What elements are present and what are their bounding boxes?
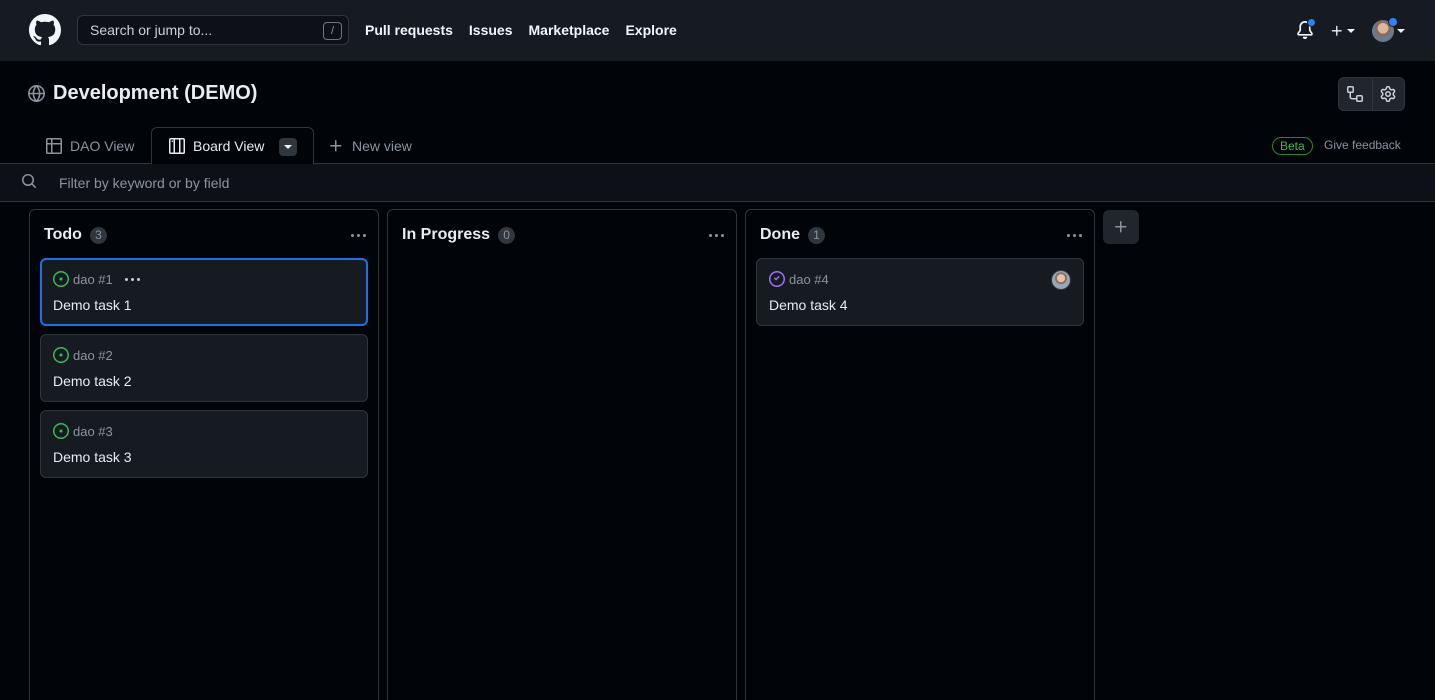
issue-open-icon — [53, 347, 69, 363]
board-card[interactable]: dao #2 Demo task 2 — [40, 334, 368, 402]
issue-closed-icon — [769, 271, 785, 287]
table-icon — [46, 137, 62, 154]
create-new-menu[interactable] — [1330, 21, 1358, 41]
card-title[interactable]: Demo task 2 — [53, 373, 132, 389]
column-title: In Progress — [402, 226, 491, 243]
tab-board-view[interactable]: Board View — [151, 127, 314, 165]
chevron-down-icon — [284, 145, 292, 149]
card-meta: dao #1 — [53, 271, 140, 287]
views-tab-bar: DAO View Board View New view — [0, 127, 1435, 165]
tab-label: New view — [352, 137, 412, 154]
card-title[interactable]: Demo task 3 — [53, 449, 132, 465]
project-title-row: Development (DEMO) — [28, 82, 257, 105]
github-logo-icon[interactable] — [29, 14, 61, 46]
board-column-in-progress: In Progress 0 — [387, 209, 737, 700]
column-menu-button[interactable] — [351, 232, 369, 238]
settings-button[interactable] — [1371, 78, 1405, 110]
tab-dao-view[interactable]: DAO View — [46, 127, 134, 164]
nav-issues[interactable]: Issues — [469, 22, 513, 38]
assignee-avatar[interactable] — [1051, 270, 1071, 290]
chevron-down-icon — [1347, 29, 1355, 33]
card-ref: dao #1 — [73, 271, 113, 287]
card-ref: dao #2 — [73, 347, 113, 363]
board-card[interactable]: dao #4 Demo task 4 — [756, 258, 1084, 326]
column-title: Todo — [44, 226, 82, 243]
status-indicator-dot — [1388, 17, 1398, 27]
board-column-todo: Todo 3 dao #1 Demo task 1 dao #2 Demo ta… — [29, 209, 379, 700]
plus-icon — [1115, 221, 1127, 233]
view-options-dropdown[interactable] — [279, 138, 297, 156]
globe-icon — [28, 85, 45, 102]
issue-open-icon — [53, 423, 69, 439]
filter-bar[interactable]: Filter by keyword or by field — [0, 164, 1435, 202]
search-input[interactable]: Search or jump to... / — [77, 15, 349, 45]
nav-marketplace[interactable]: Marketplace — [529, 22, 610, 38]
global-header: Search or jump to... / Pull requests Iss… — [0, 0, 1435, 61]
column-header: Done 1 — [760, 226, 825, 244]
search-placeholder: Search or jump to... — [90, 22, 213, 38]
card-title[interactable]: Demo task 1 — [53, 297, 132, 313]
nav-explore[interactable]: Explore — [625, 22, 676, 38]
plus-icon — [1331, 25, 1342, 36]
column-header: In Progress 0 — [402, 226, 516, 244]
card-meta: dao #4 — [769, 271, 829, 287]
nav-pull-requests[interactable]: Pull requests — [365, 22, 453, 38]
workflows-button[interactable] — [1339, 78, 1372, 110]
beta-badge: Beta — [1272, 137, 1313, 155]
column-menu-button[interactable] — [709, 232, 727, 238]
column-count-badge: 0 — [498, 226, 516, 244]
give-feedback-link[interactable]: Give feedback — [1324, 138, 1401, 152]
card-menu-button[interactable] — [124, 277, 140, 281]
add-column-button[interactable] — [1103, 210, 1139, 244]
gear-icon — [1380, 86, 1396, 102]
tab-label: Board View — [193, 138, 265, 154]
column-title: Done — [760, 226, 800, 243]
card-meta: dao #3 — [53, 423, 113, 439]
card-meta: dao #2 — [53, 347, 113, 363]
board-card[interactable]: dao #3 Demo task 3 — [40, 410, 368, 478]
chevron-down-icon — [1397, 29, 1405, 33]
column-menu-button[interactable] — [1067, 232, 1085, 238]
page-title: Development (DEMO) — [53, 82, 258, 104]
top-nav: Pull requests Issues Marketplace Explore — [365, 22, 677, 38]
search-icon — [22, 174, 37, 189]
filter-placeholder: Filter by keyword or by field — [59, 175, 230, 191]
search-shortcut-key: / — [323, 22, 342, 40]
column-count-badge: 1 — [808, 226, 825, 244]
column-header: Todo 3 — [44, 226, 107, 244]
workflow-icon — [1347, 86, 1364, 102]
plus-icon — [330, 139, 342, 151]
notification-indicator-dot — [1307, 18, 1316, 27]
column-count-badge: 3 — [89, 226, 107, 244]
card-title[interactable]: Demo task 4 — [769, 297, 848, 313]
card-ref: dao #3 — [73, 423, 113, 439]
tab-label: DAO View — [70, 137, 135, 154]
card-ref: dao #4 — [789, 271, 829, 287]
project-actions — [1338, 77, 1405, 111]
board-card[interactable]: dao #1 Demo task 1 — [40, 258, 368, 326]
new-view-button[interactable]: New view — [328, 127, 412, 164]
board-icon — [169, 138, 185, 154]
issue-open-icon — [53, 271, 69, 287]
board-column-done: Done 1 dao #4 Demo task 4 — [745, 209, 1095, 700]
